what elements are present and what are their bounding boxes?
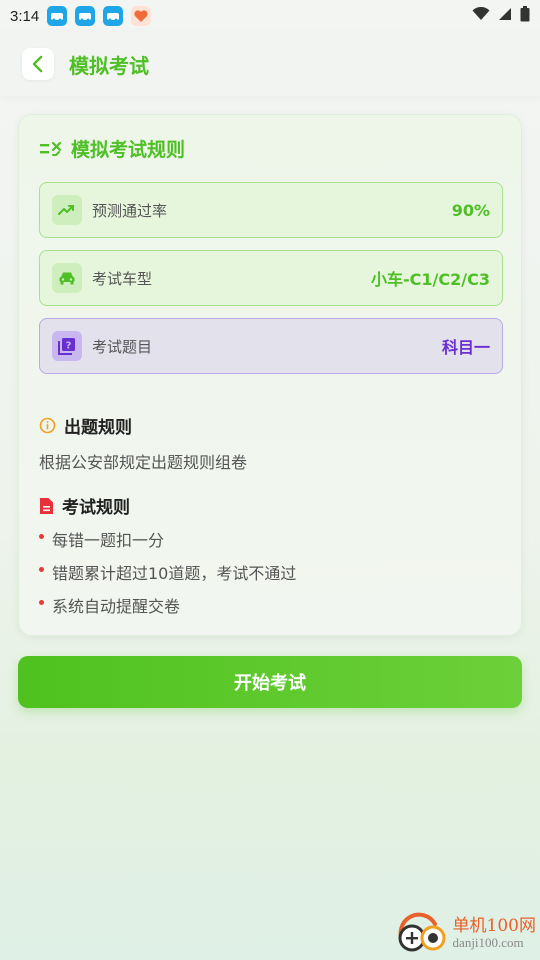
question-rules-header: 出题规则 [39, 413, 132, 438]
vehicle-type-label: 考试车型 [92, 269, 153, 288]
watermark-logo-icon [398, 912, 446, 952]
watermark-cn: 单机100网 [452, 916, 536, 937]
vehicle-type-row: 考试车型 小车-C1/C2/C3 [39, 250, 503, 306]
exam-rule-text: 每错一题扣一分 [52, 531, 165, 550]
signal-icon [498, 7, 512, 25]
question-rules-text: 根据公安部规定出题规则组卷 [39, 453, 248, 472]
status-time: 3:14 [10, 7, 40, 25]
bullet-dot [39, 566, 44, 572]
exam-subject-row: ? 考试题目 科目一 [39, 318, 503, 374]
card-header: 模拟考试规则 [39, 135, 185, 162]
wifi-icon [472, 6, 490, 25]
back-button[interactable] [22, 48, 54, 80]
page-title: 模拟考试 [69, 53, 149, 78]
document-icon [40, 497, 53, 514]
car-icon [52, 263, 82, 293]
status-bar: 3:14 [0, 0, 540, 32]
battery-icon [520, 6, 530, 26]
question-book-icon: ? [52, 331, 82, 361]
notification-app-icon [47, 6, 68, 26]
card-title: 模拟考试规则 [71, 139, 186, 161]
exam-rule-text: 错题累计超过10道题，考试不通过 [52, 564, 297, 583]
bullet-dot [39, 599, 44, 605]
watermark-en: danji100.com [452, 935, 524, 951]
exam-rules-header: 考试规则 [39, 493, 130, 518]
notification-app-icon [103, 6, 124, 26]
exam-rules-title: 考试规则 [62, 498, 130, 518]
exam-rule-item: 每错一题扣一分 [39, 527, 164, 551]
question-rules-title: 出题规则 [64, 418, 132, 438]
pass-rate-label: 预测通过率 [92, 201, 168, 220]
info-icon [39, 417, 56, 434]
site-watermark: 单机100网 danji100.com [393, 912, 536, 956]
exam-rules-card: 模拟考试规则 预测通过率 90% 考试车型 小车-C1/C2/C3 ? 考试题目… [18, 114, 522, 636]
exam-subject-label: 考试题目 [92, 337, 153, 356]
app-header: 模拟考试 [0, 32, 540, 96]
pass-rate-value: 90% [451, 200, 490, 220]
bullet-dot [39, 533, 44, 539]
pass-rate-row: 预测通过率 90% [39, 182, 503, 238]
exam-subject-value: 科目一 [441, 338, 490, 357]
exam-rule-item: 错题累计超过10道题，考试不通过 [39, 560, 296, 584]
notification-heart-icon [131, 6, 152, 26]
svg-text:?: ? [66, 341, 72, 352]
chevron-left-icon [32, 55, 43, 73]
start-exam-button[interactable]: 开始考试 [18, 656, 522, 708]
notification-app-icon [75, 6, 96, 26]
rules-list-icon [40, 141, 62, 156]
vehicle-type-value: 小车-C1/C2/C3 [371, 270, 490, 289]
exam-rule-text: 系统自动提醒交卷 [52, 597, 181, 616]
exam-rule-item: 系统自动提醒交卷 [39, 593, 180, 617]
trending-up-icon [52, 195, 82, 225]
